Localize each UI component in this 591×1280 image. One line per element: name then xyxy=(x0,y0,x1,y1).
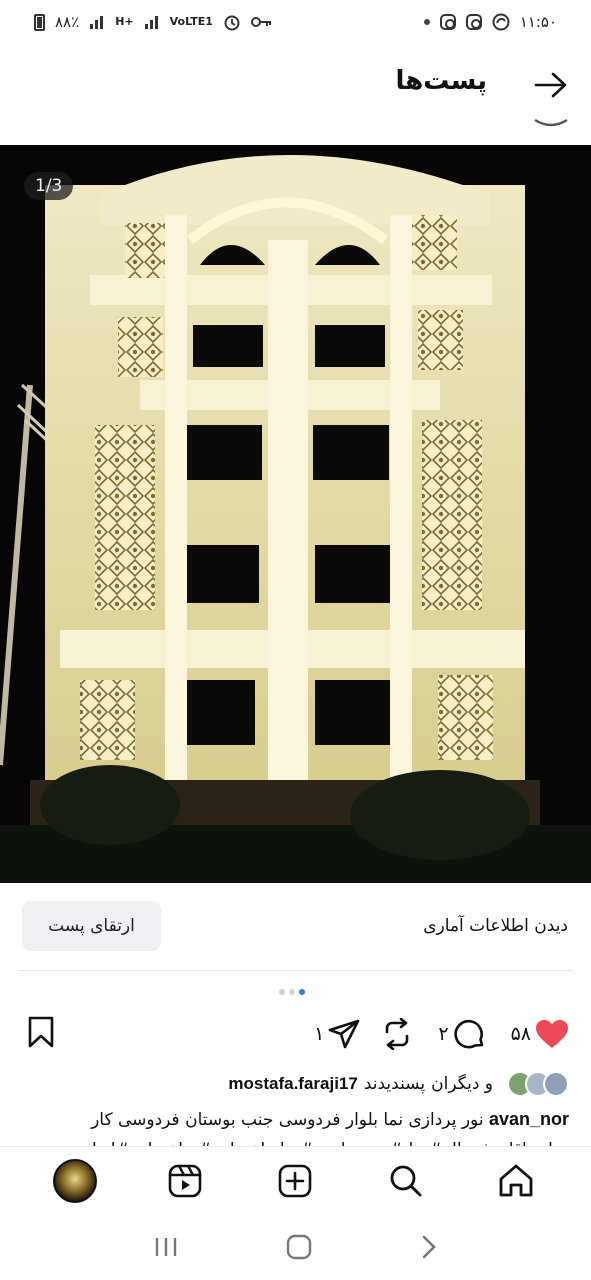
system-nav-bar xyxy=(0,1214,591,1280)
bottom-nav xyxy=(0,1146,591,1214)
signal-icon-2 xyxy=(144,16,158,29)
profile-avatar xyxy=(53,1158,98,1203)
status-bar: ٨٨٪ H+ VoLTE1 ۱۱:۵۰ xyxy=(0,0,591,44)
reels-icon xyxy=(168,1164,202,1197)
liked-by-verb: پسندیدند xyxy=(363,1074,426,1094)
network-type-2: VoLTE1 xyxy=(169,15,213,28)
key-icon xyxy=(250,17,271,27)
likes-count: ۵۸ xyxy=(510,1023,531,1045)
shares-count: ۱ xyxy=(314,1023,325,1045)
home-icon xyxy=(499,1164,533,1196)
create-icon xyxy=(279,1164,312,1197)
carousel-dot-active xyxy=(299,989,305,995)
clock-time: ۱۱:۵۰ xyxy=(519,13,557,31)
heart-icon xyxy=(536,1020,568,1048)
nav-create[interactable] xyxy=(273,1159,317,1203)
instagram-notification-icon xyxy=(439,14,456,30)
liked-by-suffix: و دیگران xyxy=(431,1074,493,1094)
header: پست‌ها xyxy=(0,44,591,144)
alarm-icon xyxy=(224,15,240,31)
back-system-icon[interactable] xyxy=(421,1235,437,1259)
app-notification-icon xyxy=(492,13,510,31)
send-icon xyxy=(329,1019,360,1049)
liker-avatar xyxy=(543,1071,569,1097)
view-insights-link[interactable]: دیدن اطلاعات آماری xyxy=(423,916,568,936)
boost-post-button[interactable]: ارتقای پست xyxy=(22,901,161,951)
home-system-icon[interactable] xyxy=(286,1234,312,1260)
nav-search[interactable] xyxy=(384,1159,428,1203)
caption-username[interactable]: avan_nor xyxy=(489,1109,569,1129)
page-title: پست‌ها xyxy=(395,66,487,96)
signal-icon xyxy=(90,16,104,29)
carousel-counter: 1/3 xyxy=(24,172,74,200)
caption-text: نور پردازی نما بلوار فردوسی جنب بوستان ف… xyxy=(91,1110,489,1130)
building-facade-photo xyxy=(0,145,591,883)
liked-by-username[interactable]: mostafa.faraji17 xyxy=(228,1074,357,1094)
comment-icon xyxy=(453,1019,483,1049)
share-button[interactable]: ۱ xyxy=(314,1019,360,1049)
carousel-indicator xyxy=(279,989,305,995)
nav-reels[interactable] xyxy=(163,1159,207,1203)
status-left: ٨٨٪ H+ VoLTE1 xyxy=(34,13,273,31)
comments-count: ۲ xyxy=(438,1023,449,1045)
network-type-1: H+ xyxy=(115,15,134,28)
avatar-peek-icon xyxy=(534,118,568,127)
divider xyxy=(18,970,573,971)
repost-icon xyxy=(386,1018,409,1050)
nav-profile[interactable] xyxy=(53,1158,98,1203)
instagram-notification-icon-2 xyxy=(465,14,482,30)
battery-icon xyxy=(34,13,45,31)
repost-button[interactable] xyxy=(382,1018,412,1050)
nav-home[interactable] xyxy=(494,1159,538,1203)
engagement-bar: ۵۸ ۲ ۱ xyxy=(314,1014,569,1054)
battery-percentage: ٨٨٪ xyxy=(55,13,80,31)
post-image[interactable]: 1/3 xyxy=(0,145,591,883)
back-arrow-icon[interactable] xyxy=(533,70,569,100)
bookmark-icon[interactable] xyxy=(26,1016,56,1048)
recent-apps-icon[interactable] xyxy=(154,1236,178,1258)
notification-dot-icon xyxy=(423,19,430,25)
comment-button[interactable]: ۲ xyxy=(438,1018,484,1050)
search-icon xyxy=(390,1165,422,1196)
liked-by[interactable]: و دیگران پسندیدند mostafa.faraji17 xyxy=(228,1070,569,1098)
carousel-dot xyxy=(289,989,295,995)
post-caption: avan_nor نور پردازی نما بلوار فردوسی جنب… xyxy=(21,1104,569,1148)
carousel-dot xyxy=(279,989,285,995)
post-actions-row: ارتقای پست دیدن اطلاعات آماری xyxy=(0,883,591,971)
liker-avatars xyxy=(507,1071,569,1097)
status-right: ۱۱:۵۰ xyxy=(423,13,557,31)
like-button[interactable]: ۵۸ xyxy=(511,1019,569,1049)
